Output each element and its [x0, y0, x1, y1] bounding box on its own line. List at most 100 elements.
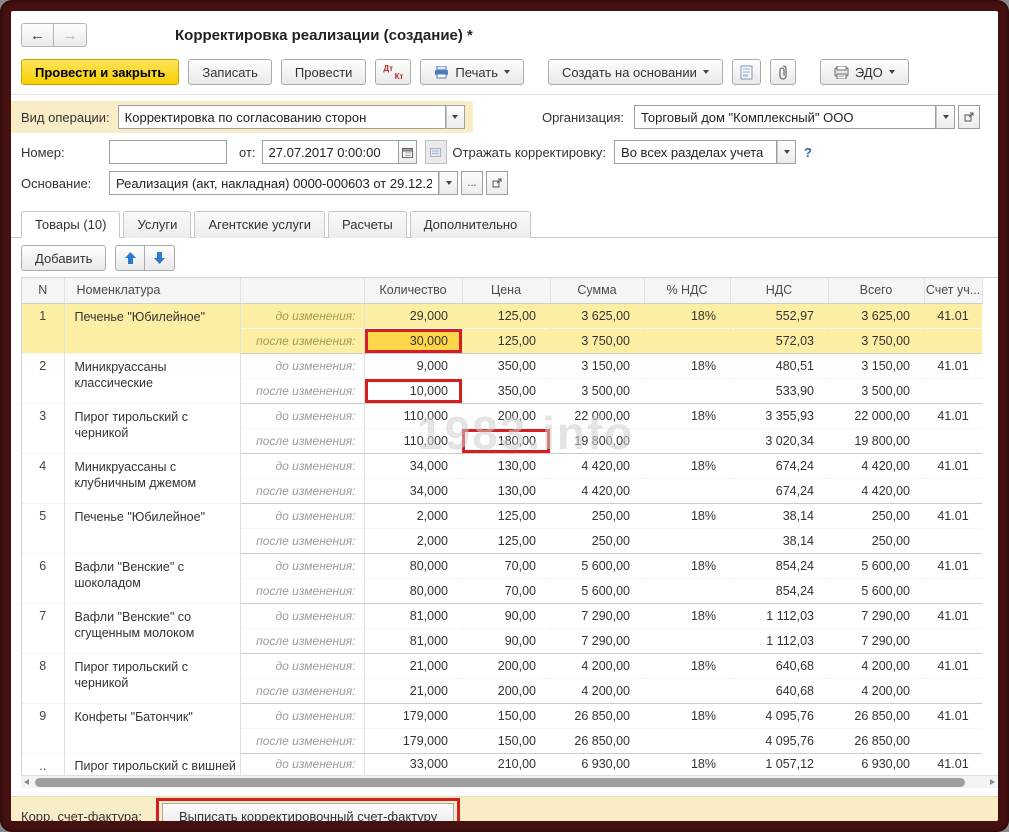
after-sum-cell[interactable]: 3 500,00: [550, 378, 644, 403]
nomenclature-cell[interactable]: Пирог тирольский с черникой: [64, 403, 240, 453]
organization-open-button[interactable]: [958, 105, 980, 129]
date-field[interactable]: 27.07.2017 0:00:00: [262, 140, 398, 164]
before-price-cell[interactable]: 125,00: [462, 303, 550, 328]
after-quantity-cell-highlighted[interactable]: 10,000: [364, 378, 462, 403]
after-account-cell[interactable]: [924, 428, 982, 453]
before-vat-cell[interactable]: 3 355,93: [730, 403, 828, 428]
after-vat-cell[interactable]: 38,14: [730, 528, 828, 553]
before-change-label[interactable]: до изменения:: [240, 703, 364, 728]
after-vat-cell[interactable]: 1 112,03: [730, 628, 828, 653]
tab-services[interactable]: Услуги: [123, 211, 191, 238]
before-vat-rate-cell[interactable]: 18%: [644, 453, 730, 478]
after-account-cell[interactable]: [924, 678, 982, 703]
after-total-cell[interactable]: 5 600,00: [828, 578, 924, 603]
col-header-price[interactable]: Цена: [462, 278, 550, 303]
nomenclature-cell[interactable]: Миникруассаны классические: [64, 353, 240, 403]
before-account-cell[interactable]: 41.01: [924, 603, 982, 628]
after-change-label[interactable]: после изменения:: [240, 428, 364, 453]
before-sum-cell[interactable]: 6 930,00: [550, 753, 644, 775]
col-header-vat-rate[interactable]: % НДС: [644, 278, 730, 303]
before-quantity-cell[interactable]: 34,000: [364, 453, 462, 478]
before-account-cell[interactable]: 41.01: [924, 303, 982, 328]
after-quantity-cell[interactable]: 179,000: [364, 728, 462, 753]
before-vat-rate-cell[interactable]: 18%: [644, 603, 730, 628]
col-header-quantity[interactable]: Количество: [364, 278, 462, 303]
after-quantity-cell[interactable]: 21,000: [364, 678, 462, 703]
after-change-label[interactable]: после изменения:: [240, 328, 364, 353]
back-button[interactable]: ←: [21, 23, 54, 47]
before-price-cell[interactable]: 150,00: [462, 703, 550, 728]
col-header-total[interactable]: Всего: [828, 278, 924, 303]
after-account-cell[interactable]: [924, 378, 982, 403]
before-change-label[interactable]: до изменения:: [240, 603, 364, 628]
after-sum-cell[interactable]: 7 290,00: [550, 628, 644, 653]
dtkt-button[interactable]: Дт Кт: [375, 59, 411, 85]
post-button[interactable]: Провести: [281, 59, 367, 85]
before-sum-cell[interactable]: 26 850,00: [550, 703, 644, 728]
after-quantity-cell[interactable]: 34,000: [364, 478, 462, 503]
before-change-label[interactable]: до изменения:: [240, 303, 364, 328]
after-sum-cell[interactable]: 3 750,00: [550, 328, 644, 353]
number-field[interactable]: [109, 140, 227, 164]
operation-dropdown-button[interactable]: [446, 105, 465, 129]
before-vat-rate-cell[interactable]: 18%: [644, 653, 730, 678]
organization-field[interactable]: Торговый дом "Комплексный" ООО: [634, 105, 936, 129]
row-number-cell[interactable]: 7: [22, 603, 64, 653]
before-sum-cell[interactable]: 250,00: [550, 503, 644, 528]
before-account-cell[interactable]: 41.01: [924, 653, 982, 678]
tab-goods[interactable]: Товары (10): [21, 211, 120, 238]
before-total-cell[interactable]: 5 600,00: [828, 553, 924, 578]
before-price-cell[interactable]: 200,00: [462, 653, 550, 678]
col-header-vat[interactable]: НДС: [730, 278, 828, 303]
after-vat-rate-cell[interactable]: [644, 728, 730, 753]
before-price-cell[interactable]: 200,00: [462, 403, 550, 428]
after-price-cell[interactable]: 70,00: [462, 578, 550, 603]
after-total-cell[interactable]: 3 500,00: [828, 378, 924, 403]
nomenclature-cell[interactable]: Пирог тирольский с вишней: [64, 753, 240, 775]
before-quantity-cell[interactable]: 21,000: [364, 653, 462, 678]
after-quantity-cell-highlighted[interactable]: 30,000: [364, 328, 462, 353]
scrollbar-thumb[interactable]: [35, 778, 965, 787]
after-vat-rate-cell[interactable]: [644, 328, 730, 353]
after-quantity-cell[interactable]: 80,000: [364, 578, 462, 603]
before-vat-cell[interactable]: 640,68: [730, 653, 828, 678]
after-vat-rate-cell[interactable]: [644, 478, 730, 503]
report-structure-button[interactable]: [732, 59, 761, 85]
before-vat-rate-cell[interactable]: 18%: [644, 703, 730, 728]
before-vat-cell[interactable]: 552,97: [730, 303, 828, 328]
after-total-cell[interactable]: 250,00: [828, 528, 924, 553]
after-sum-cell[interactable]: 5 600,00: [550, 578, 644, 603]
before-account-cell[interactable]: 41.01: [924, 353, 982, 378]
before-vat-cell[interactable]: 854,24: [730, 553, 828, 578]
after-vat-cell[interactable]: 4 095,76: [730, 728, 828, 753]
after-vat-cell[interactable]: 3 020,34: [730, 428, 828, 453]
after-quantity-cell[interactable]: 81,000: [364, 628, 462, 653]
after-total-cell[interactable]: 3 750,00: [828, 328, 924, 353]
save-button[interactable]: Записать: [188, 59, 272, 85]
after-total-cell[interactable]: 7 290,00: [828, 628, 924, 653]
before-sum-cell[interactable]: 5 600,00: [550, 553, 644, 578]
after-sum-cell[interactable]: 4 200,00: [550, 678, 644, 703]
before-account-cell[interactable]: 41.01: [924, 753, 982, 775]
before-change-label[interactable]: до изменения:: [240, 503, 364, 528]
before-quantity-cell[interactable]: 29,000: [364, 303, 462, 328]
before-vat-cell[interactable]: 4 095,76: [730, 703, 828, 728]
row-number-cell[interactable]: 1: [22, 303, 64, 353]
before-change-label[interactable]: до изменения:: [240, 403, 364, 428]
base-document-field[interactable]: Реализация (акт, накладная) 0000-000603 …: [109, 171, 439, 195]
row-number-cell[interactable]: 5: [22, 503, 64, 553]
before-account-cell[interactable]: 41.01: [924, 703, 982, 728]
nomenclature-cell[interactable]: Вафли "Венские" с шоколадом: [64, 553, 240, 603]
before-change-label[interactable]: до изменения:: [240, 553, 364, 578]
before-price-cell[interactable]: 350,00: [462, 353, 550, 378]
before-account-cell[interactable]: 41.01: [924, 403, 982, 428]
before-vat-cell[interactable]: 1 057,12: [730, 753, 828, 775]
before-sum-cell[interactable]: 22 000,00: [550, 403, 644, 428]
edo-button[interactable]: ЭДО: [820, 59, 909, 85]
before-vat-rate-cell[interactable]: 18%: [644, 303, 730, 328]
row-number-cell[interactable]: 9: [22, 703, 64, 753]
before-sum-cell[interactable]: 4 200,00: [550, 653, 644, 678]
number-settings-button[interactable]: [425, 140, 447, 164]
after-account-cell[interactable]: [924, 628, 982, 653]
after-price-cell-highlighted[interactable]: 180,00: [462, 428, 550, 453]
